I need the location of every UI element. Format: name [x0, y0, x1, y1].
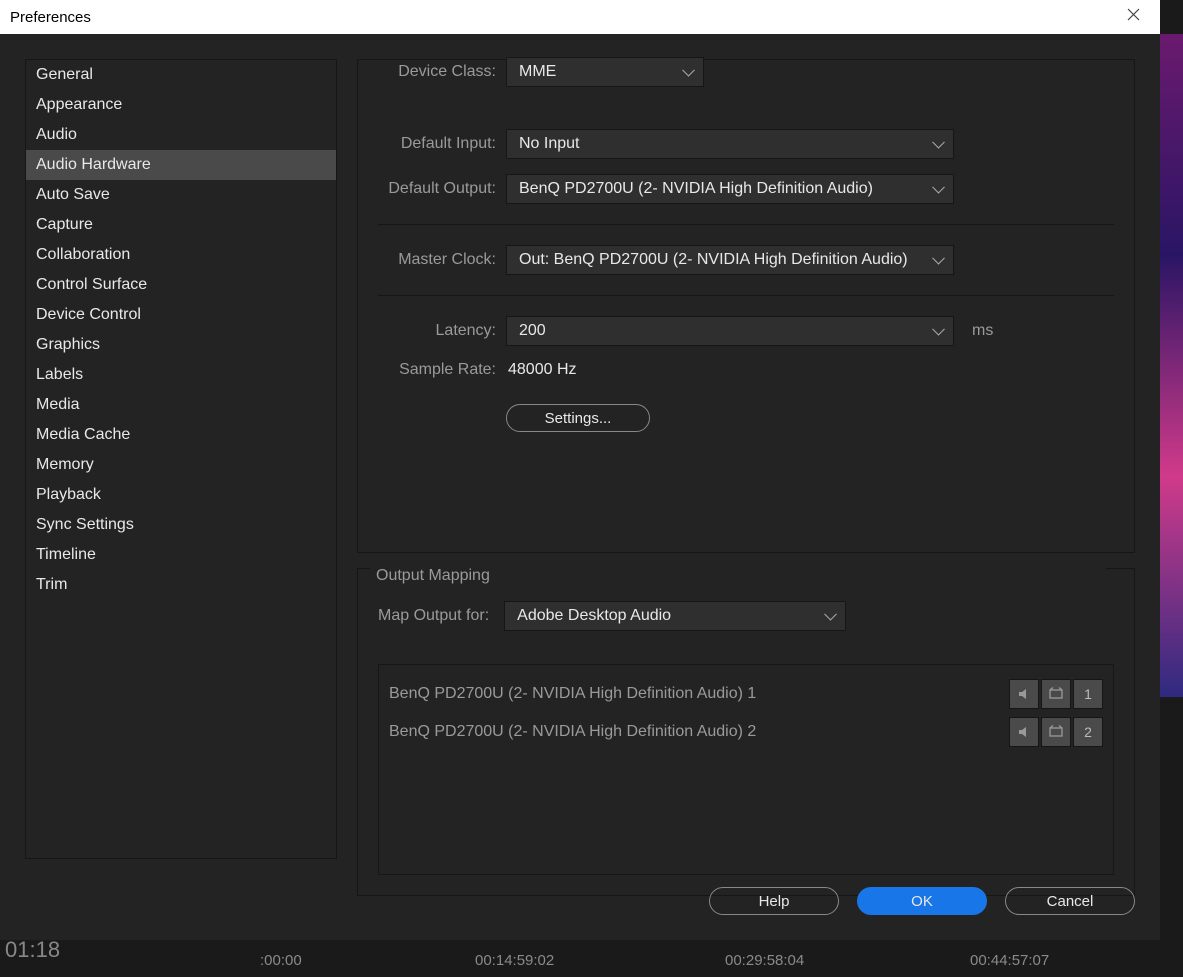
default-output-label: Default Output:: [378, 180, 496, 198]
tick: 00:14:59:02: [475, 952, 554, 969]
sample-rate-value: 48000 Hz: [508, 361, 577, 379]
hardware-fieldset: Device Class: MME Default Input: No Inpu…: [357, 59, 1135, 553]
sidebar-item-capture[interactable]: Capture: [26, 210, 336, 240]
titlebar: Preferences: [0, 0, 1160, 34]
settings-button[interactable]: Settings...: [506, 404, 650, 432]
map-output-for-label: Map Output for:: [378, 607, 489, 625]
sidebar-item-collaboration[interactable]: Collaboration: [26, 240, 336, 270]
category-sidebar: GeneralAppearanceAudioAudio HardwareAuto…: [25, 59, 337, 859]
close-icon[interactable]: [1119, 4, 1148, 30]
default-input-dropdown[interactable]: No Input: [506, 129, 954, 159]
sidebar-item-general[interactable]: General: [26, 60, 336, 90]
window-title: Preferences: [10, 9, 91, 26]
mapping-channel-name: BenQ PD2700U (2- NVIDIA High Definition …: [389, 685, 756, 703]
timeline-ruler: 01:18 :00:00 00:14:59:02 00:29:58:04 00:…: [0, 940, 1183, 977]
mapping-row: BenQ PD2700U (2- NVIDIA High Definition …: [389, 679, 1103, 709]
sidebar-item-audio[interactable]: Audio: [26, 120, 336, 150]
sidebar-item-media-cache[interactable]: Media Cache: [26, 420, 336, 450]
default-input-label: Default Input:: [378, 135, 496, 153]
current-time: 01:18: [5, 937, 60, 963]
tick: 00:29:58:04: [725, 952, 804, 969]
sidebar-item-timeline[interactable]: Timeline: [26, 540, 336, 570]
sidebar-item-trim[interactable]: Trim: [26, 570, 336, 600]
speaker-icon[interactable]: [1009, 717, 1039, 747]
route-icon[interactable]: [1041, 679, 1071, 709]
speaker-icon[interactable]: [1009, 679, 1039, 709]
mapping-row: BenQ PD2700U (2- NVIDIA High Definition …: [389, 717, 1103, 747]
sidebar-item-control-surface[interactable]: Control Surface: [26, 270, 336, 300]
sidebar-item-audio-hardware[interactable]: Audio Hardware: [26, 150, 336, 180]
sidebar-item-media[interactable]: Media: [26, 390, 336, 420]
default-output-dropdown[interactable]: BenQ PD2700U (2- NVIDIA High Definition …: [506, 174, 954, 204]
background-preview-strip: [1160, 34, 1183, 697]
sidebar-item-sync-settings[interactable]: Sync Settings: [26, 510, 336, 540]
master-clock-dropdown[interactable]: Out: BenQ PD2700U (2- NVIDIA High Defini…: [506, 245, 954, 275]
master-clock-label: Master Clock:: [378, 251, 496, 269]
mapping-list: BenQ PD2700U (2- NVIDIA High Definition …: [378, 664, 1114, 875]
channel-number[interactable]: 2: [1073, 717, 1103, 747]
dialog-body: GeneralAppearanceAudioAudio HardwareAuto…: [0, 34, 1160, 940]
tick: :00:00: [260, 952, 302, 969]
map-output-for-dropdown[interactable]: Adobe Desktop Audio: [504, 601, 846, 631]
sidebar-item-auto-save[interactable]: Auto Save: [26, 180, 336, 210]
cancel-button[interactable]: Cancel: [1005, 887, 1135, 915]
channel-number[interactable]: 1: [1073, 679, 1103, 709]
sidebar-item-labels[interactable]: Labels: [26, 360, 336, 390]
sample-rate-label: Sample Rate:: [378, 361, 496, 379]
sidebar-item-device-control[interactable]: Device Control: [26, 300, 336, 330]
help-button[interactable]: Help: [709, 887, 839, 915]
dialog-footer: Help OK Cancel: [709, 877, 1135, 925]
main-panel: Device Class: MME Default Input: No Inpu…: [357, 59, 1135, 925]
latency-unit: ms: [972, 322, 993, 340]
sidebar-item-graphics[interactable]: Graphics: [26, 330, 336, 360]
route-icon[interactable]: [1041, 717, 1071, 747]
preferences-window: Preferences GeneralAppearanceAudioAudio …: [0, 0, 1160, 940]
sidebar-item-playback[interactable]: Playback: [26, 480, 336, 510]
device-class-dropdown[interactable]: MME: [506, 57, 704, 87]
mapping-channel-name: BenQ PD2700U (2- NVIDIA High Definition …: [389, 723, 756, 741]
sidebar-item-appearance[interactable]: Appearance: [26, 90, 336, 120]
sidebar-item-memory[interactable]: Memory: [26, 450, 336, 480]
tick: 00:44:57:07: [970, 952, 1049, 969]
output-mapping-fieldset: Output Mapping Map Output for: Adobe Des…: [357, 568, 1135, 896]
latency-label: Latency:: [378, 322, 496, 340]
output-mapping-legend: Output Mapping: [370, 567, 1106, 585]
latency-dropdown[interactable]: 200: [506, 316, 954, 346]
device-class-label: Device Class:: [378, 63, 496, 81]
ok-button[interactable]: OK: [857, 887, 987, 915]
